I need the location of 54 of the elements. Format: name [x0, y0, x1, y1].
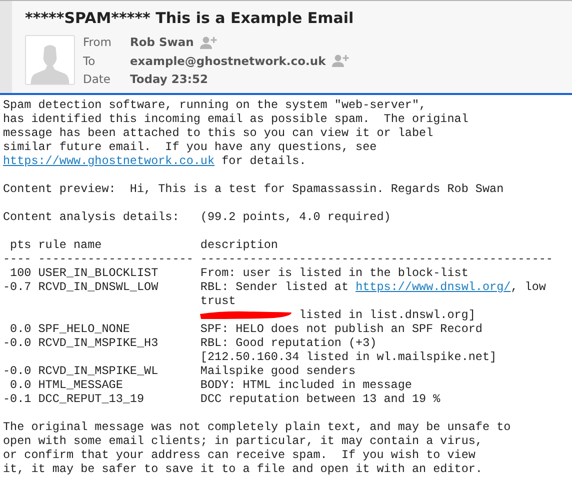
description-line: Mailspike good senders: [200, 364, 357, 378]
text-line: , low: [510, 280, 546, 294]
field-label: To: [83, 52, 96, 70]
link[interactable]: https://www.dnswl.org/: [356, 280, 511, 294]
add-contact-icon[interactable]: [332, 54, 350, 68]
text-line: for details.: [220, 154, 306, 168]
description-line: From: user is listed in the block-list: [200, 266, 470, 280]
rule-name-cell-text: RCVD_IN_MSPIKE_WL: [38, 364, 160, 378]
field-value: Today 23:52: [130, 71, 208, 88]
rule-name-cell-text: HTML_MESSAGE: [38, 378, 124, 392]
paragraph-line: open with some email clients; in particular, it may contain a virus,: [3, 434, 484, 448]
paragraph-line: has identified this incoming email as possible spam. The original: [3, 112, 470, 126]
points-cell-text: -0.7: [3, 280, 32, 296]
rule-name-cell-text: DCC_REPUT_13_19: [38, 392, 146, 406]
dash-divider: --------------------------------------------------: [200, 252, 554, 266]
email-subject: *****SPAM***** This is a Example Email: [25, 8, 354, 29]
rule-name-cell-text: RCVD_IN_DNSWL_LOW: [38, 280, 160, 296]
description-line: DCC reputation between 13 and 19 %: [200, 392, 442, 406]
text-line: listed in list.dnswl.org]: [298, 308, 476, 322]
points-cell-text: -0.0: [3, 336, 32, 352]
points-cell-text: 100: [9, 266, 32, 280]
description-line: RBL: Good reputation (+3): [200, 336, 378, 350]
paragraph-line: or confirm that your address can receive spam. If you wish to view: [3, 448, 476, 462]
points-cell-text: 0.0: [9, 378, 32, 392]
analysis-summary: Content analysis details: (99.2 points, 4.0 required): [3, 210, 392, 224]
paragraph-line: message has been attached to this so you can view it or label: [3, 126, 434, 140]
paragraph-line: The original message was not completely plain text, and may be unsafe to: [3, 420, 512, 434]
dash-divider: ----------------------: [38, 252, 194, 266]
rule-name-cell-text: USER_IN_BLOCKLIST: [38, 266, 160, 280]
description-line: SPF: HELO does not publish an SPF Record: [200, 322, 484, 336]
field-value: example@ghostnetwork.co.uk: [130, 52, 326, 70]
field-value: Rob Swan: [130, 34, 194, 51]
description-line: BODY: HTML included in message: [200, 378, 413, 392]
add-contact-icon[interactable]: [200, 36, 218, 49]
description-line: [212.50.160.34 listed in wl.mailspike.net]: [200, 350, 498, 364]
rule-name-cell-text: RCVD_IN_MSPIKE_H3: [38, 336, 160, 352]
points-cell: -0.1: [3, 392, 32, 406]
column-header: pts: [9, 238, 32, 252]
text-line: RBL: Sender listed at: [200, 280, 350, 294]
link[interactable]: https://www.ghostnetwork.co.uk: [3, 154, 215, 168]
column-header: description: [200, 238, 279, 252]
content-preview: Content preview: Hi, This is a test for Spamassassin. Regards Rob Swan: [3, 182, 505, 196]
paragraph-line: it, it may be safer to save it to a file and open it with an editor.: [3, 462, 484, 476]
column-header: rule name: [38, 238, 103, 252]
rule-name-cell-text: SPF_HELO_NONE: [38, 322, 131, 336]
field-label: From: [83, 34, 112, 51]
paragraph-line: similar future email. If you have any questions, see: [3, 140, 378, 154]
description-line: trust: [200, 294, 237, 308]
points-cell: -0.0: [3, 364, 32, 378]
points-cell-text: 0.0: [9, 322, 32, 336]
dash-divider: ----: [3, 252, 32, 266]
avatar-icon: [25, 35, 75, 85]
field-label: Date: [83, 71, 112, 88]
paragraph-line: Spam detection software, running on the system "web-server",: [3, 98, 428, 112]
